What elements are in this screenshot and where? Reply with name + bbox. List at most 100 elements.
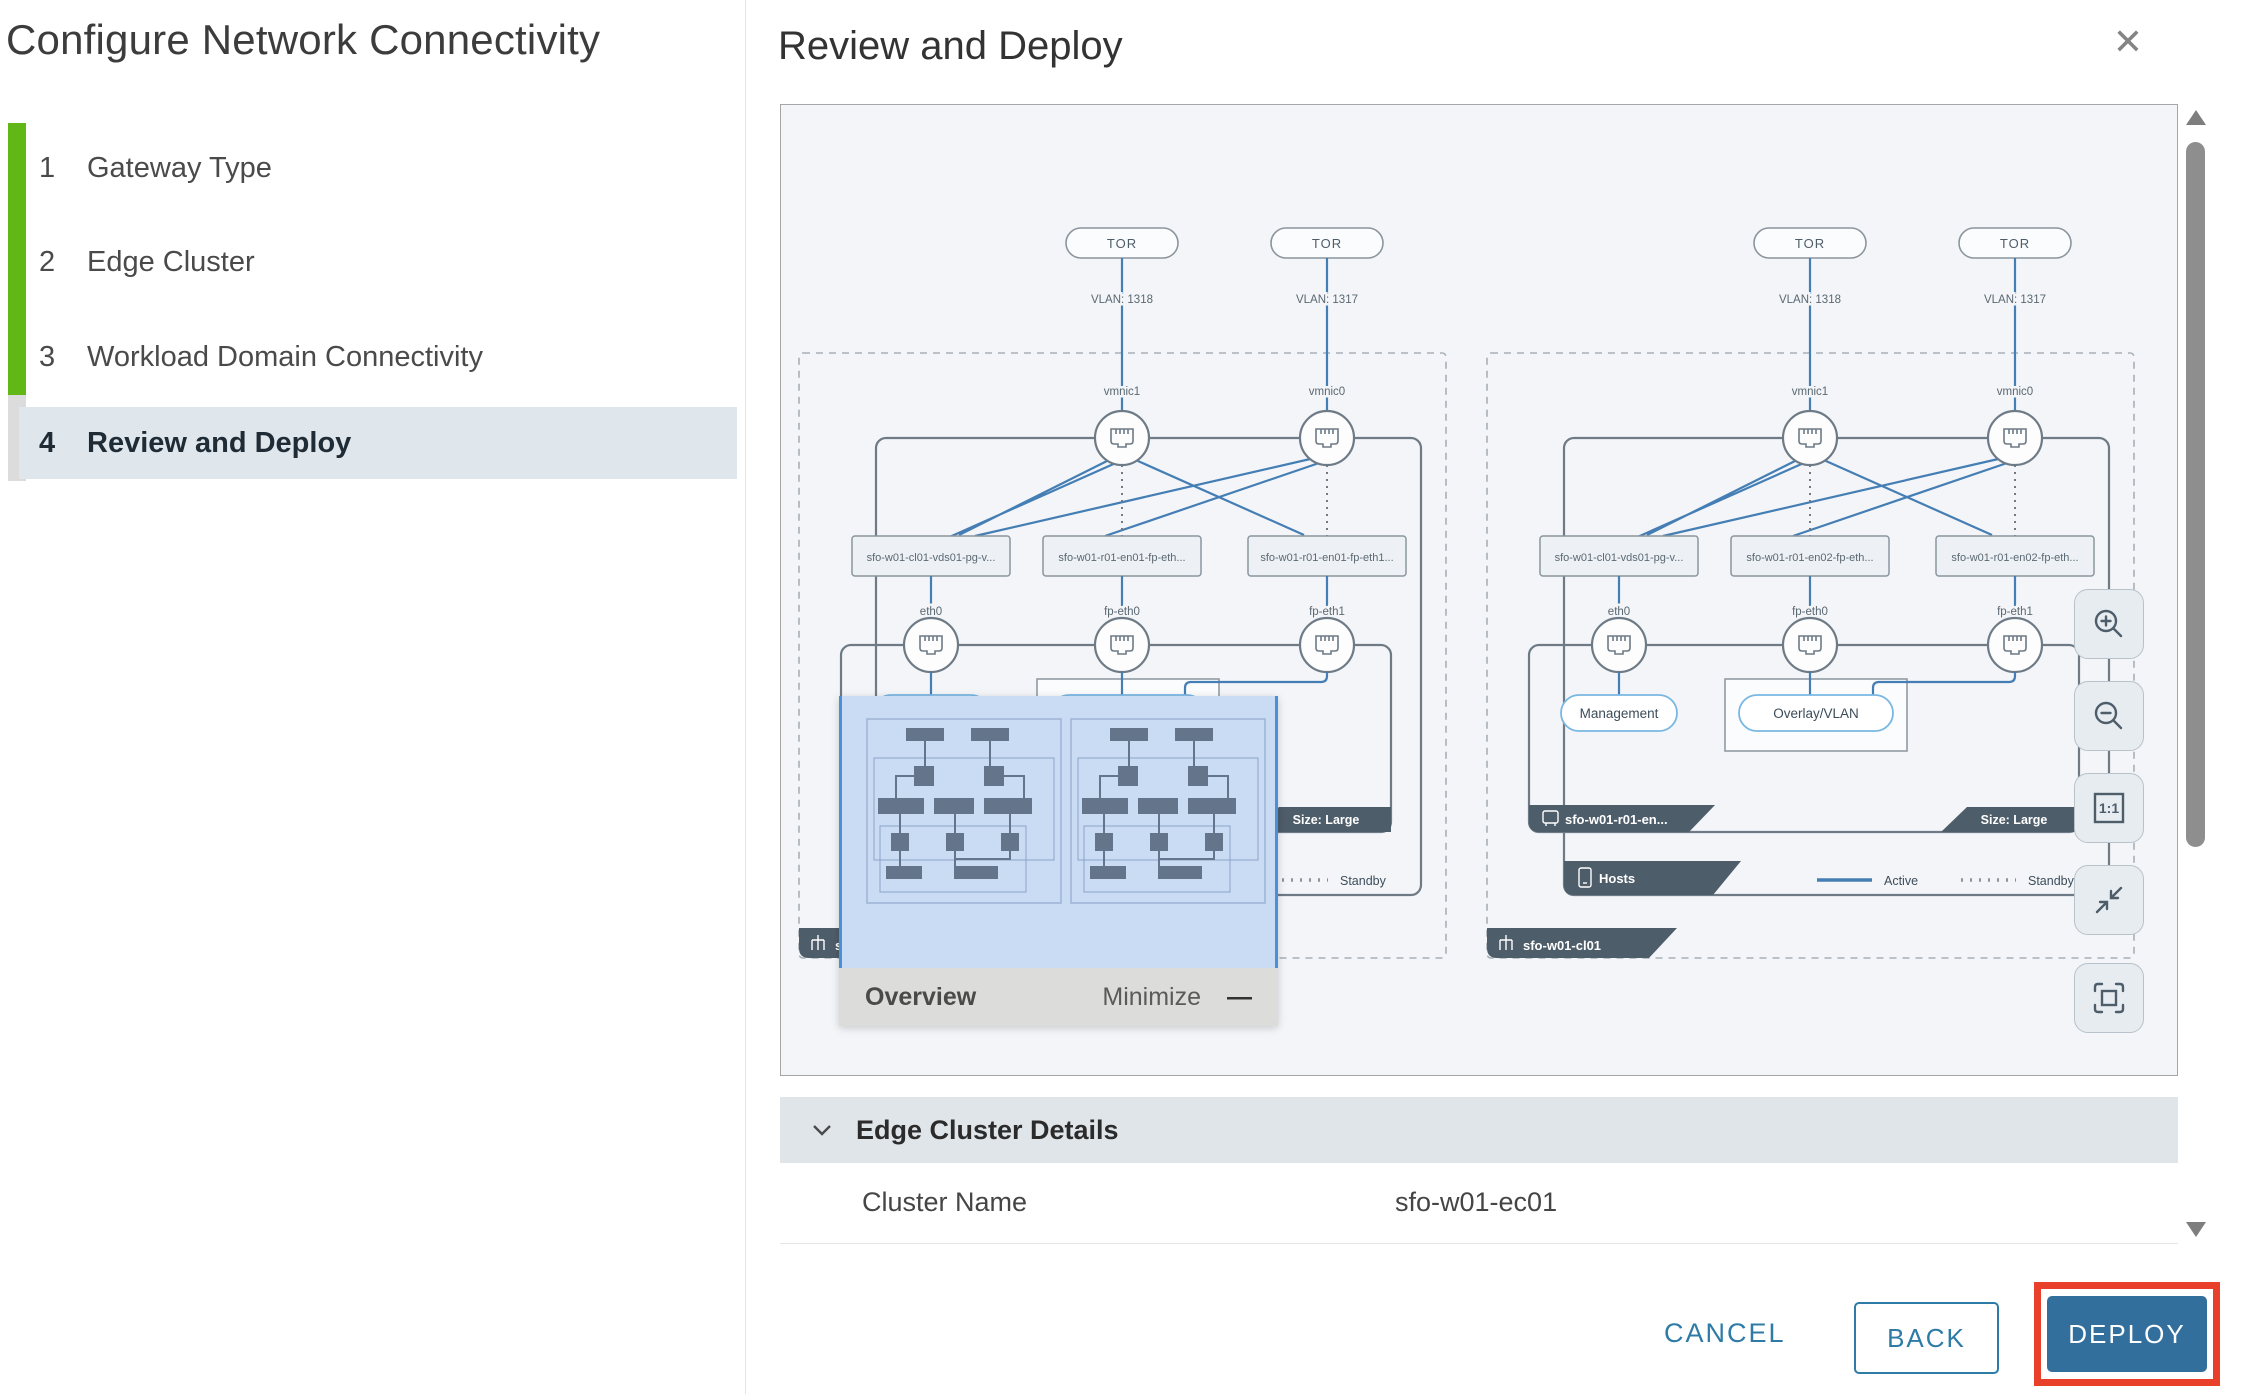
nic-teaming-lines (1633, 457, 2010, 539)
vlan-label: VLAN: 1318 (1779, 294, 1841, 306)
edge-nic-label: fp-eth1 (1997, 606, 2033, 618)
minimap-title: Overview (865, 983, 976, 1012)
network-topology-canvas[interactable]: TOR TOR VLAN: 1318 VLAN: 1317 vmnic1 vmn… (780, 104, 2178, 1076)
minimap-toolbar: Overview Minimize — (839, 968, 1278, 1026)
hosts-tab-label: Hosts (1599, 871, 1635, 886)
fit-to-screen-icon (2089, 978, 2129, 1018)
vmnic-label: vmnic0 (1309, 386, 1345, 398)
step-label: Workload Domain Connectivity (87, 341, 483, 374)
deploy-button[interactable]: DEPLOY (2047, 1296, 2207, 1372)
management-label: Management (1580, 706, 1659, 721)
minimap-thumbnail (1070, 718, 1266, 904)
scroll-down-arrow[interactable] (2186, 1222, 2206, 1237)
step-label: Edge Cluster (87, 246, 255, 279)
sidebar-step-workload-domain-connectivity[interactable]: 3 Workload Domain Connectivity (19, 321, 737, 393)
edge-nic-port-icon (1783, 618, 1837, 672)
close-icon[interactable]: ✕ (2106, 20, 2150, 64)
configure-network-connectivity-wizard: Configure Network Connectivity 1 Gateway… (0, 0, 2242, 1394)
zoom-in-button[interactable] (2074, 589, 2144, 659)
chevron-down-icon (810, 1120, 834, 1140)
step-number: 3 (39, 341, 73, 374)
minimap-minimize-button[interactable]: Minimize — (1102, 983, 1252, 1012)
legend-standby-label: Standby (1340, 874, 1387, 888)
zoom-out-icon (2090, 697, 2128, 735)
portgroup-label: sfo-w01-r01-en01-fp-eth1... (1260, 552, 1393, 564)
size-badge-label: Size: Large (1981, 813, 2048, 827)
collapse-icon (2090, 881, 2128, 919)
portgroup-label: sfo-w01-cl01-vds01-pg-v... (867, 552, 996, 564)
nic-teaming-lines (945, 457, 1322, 539)
section-title: Edge Cluster Details (856, 1115, 1119, 1146)
tor-label: TOR (1795, 236, 1825, 251)
zoom-out-button[interactable] (2074, 681, 2144, 751)
vlan-label: VLAN: 1317 (1296, 294, 1358, 306)
cluster-diagram-en02: TOR TOR VLAN: 1318 VLAN: 1317 vmnic1 vmn… (1487, 228, 2134, 958)
edge-nic-label: fp-eth0 (1104, 606, 1140, 618)
wizard-sidebar: Configure Network Connectivity 1 Gateway… (0, 0, 746, 1394)
portgroup-label: sfo-w01-r01-en02-fp-eth... (1746, 552, 1873, 564)
edge-nic-port-icon (1300, 618, 1354, 672)
edge-nic-label: fp-eth1 (1309, 606, 1345, 618)
deploy-highlight-box: DEPLOY (2034, 1282, 2220, 1386)
edge-cluster-details-header[interactable]: Edge Cluster Details (780, 1097, 2178, 1163)
vmnic-port-icon (1095, 411, 1149, 465)
scrollbar-thumb[interactable] (2186, 142, 2205, 847)
zoom-in-icon (2090, 605, 2128, 643)
minimap-viewport[interactable] (839, 696, 1278, 968)
vmnic-label: vmnic0 (1997, 386, 2033, 398)
svg-text:1:1: 1:1 (2099, 800, 2119, 816)
step-number: 4 (39, 427, 73, 460)
sidebar-step-review-and-deploy[interactable]: 4 Review and Deploy (19, 407, 737, 479)
vmnic-port-icon (1988, 411, 2042, 465)
legend-active-label: Active (1884, 874, 1918, 888)
back-button[interactable]: BACK (1854, 1302, 1999, 1374)
edge-nic-label: fp-eth0 (1792, 606, 1828, 618)
cancel-button[interactable]: CANCEL (1664, 1318, 1786, 1349)
tor-label: TOR (2000, 236, 2030, 251)
scroll-up-arrow[interactable] (2186, 110, 2206, 125)
tor-label: TOR (1312, 236, 1342, 251)
edge-nic-port-icon (904, 618, 958, 672)
portgroup-label: sfo-w01-r01-en02-fp-eth... (1951, 552, 2078, 564)
step-label: Review and Deploy (87, 427, 351, 460)
uplink-lines (1122, 258, 1327, 411)
collapse-view-button[interactable] (2074, 865, 2144, 935)
row-label: Cluster Name (862, 1187, 1027, 1218)
minimap-thumbnail (866, 718, 1062, 904)
uplink-lines (1810, 258, 2015, 411)
vmnic-port-icon (1300, 411, 1354, 465)
minimize-label: Minimize (1102, 983, 1201, 1012)
wizard-title: Configure Network Connectivity (6, 16, 726, 64)
overlay-vlan-label: Overlay/VLAN (1773, 706, 1859, 721)
minimize-icon: — (1227, 983, 1252, 1012)
portgroup-label: sfo-w01-r01-en01-fp-eth... (1058, 552, 1185, 564)
vmnic-label: vmnic1 (1792, 386, 1828, 398)
vmnic-port-icon (1783, 411, 1837, 465)
portgroup-label: sfo-w01-cl01-vds01-pg-v... (1555, 552, 1684, 564)
zoom-reset-button[interactable]: 1:1 (2074, 773, 2144, 843)
sidebar-step-gateway-type[interactable]: 1 Gateway Type (19, 132, 737, 204)
minimap-overview-panel: Overview Minimize — (839, 696, 1278, 1026)
size-badge-label: Size: Large (1293, 813, 1360, 827)
edge-nic-port-icon (1095, 618, 1149, 672)
page-title: Review and Deploy (778, 24, 1123, 69)
tor-label: TOR (1107, 236, 1137, 251)
vlan-label: VLAN: 1318 (1091, 294, 1153, 306)
edge-nic-label: eth0 (1608, 606, 1630, 618)
edge-nic-label: eth0 (920, 606, 942, 618)
row-value: sfo-w01-ec01 (1395, 1187, 1557, 1218)
fit-to-screen-button[interactable] (2074, 963, 2144, 1033)
edge-nic-port-icon (1592, 618, 1646, 672)
edge-node-tag-label: sfo-w01-r01-en... (1565, 812, 1668, 827)
legend-standby-label: Standby (2028, 874, 2075, 888)
cluster-tag-label: sfo-w01-cl01 (1523, 938, 1601, 953)
edge-nic-port-icon (1988, 618, 2042, 672)
step-number: 2 (39, 246, 73, 279)
detail-row-cluster-name: Cluster Name sfo-w01-ec01 (780, 1163, 2178, 1244)
step-label: Gateway Type (87, 152, 272, 185)
vmnic-label: vmnic1 (1104, 386, 1140, 398)
sidebar-step-edge-cluster[interactable]: 2 Edge Cluster (19, 226, 737, 298)
vlan-label: VLAN: 1317 (1984, 294, 2046, 306)
step-number: 1 (39, 152, 73, 185)
one-to-one-icon: 1:1 (2089, 788, 2129, 828)
